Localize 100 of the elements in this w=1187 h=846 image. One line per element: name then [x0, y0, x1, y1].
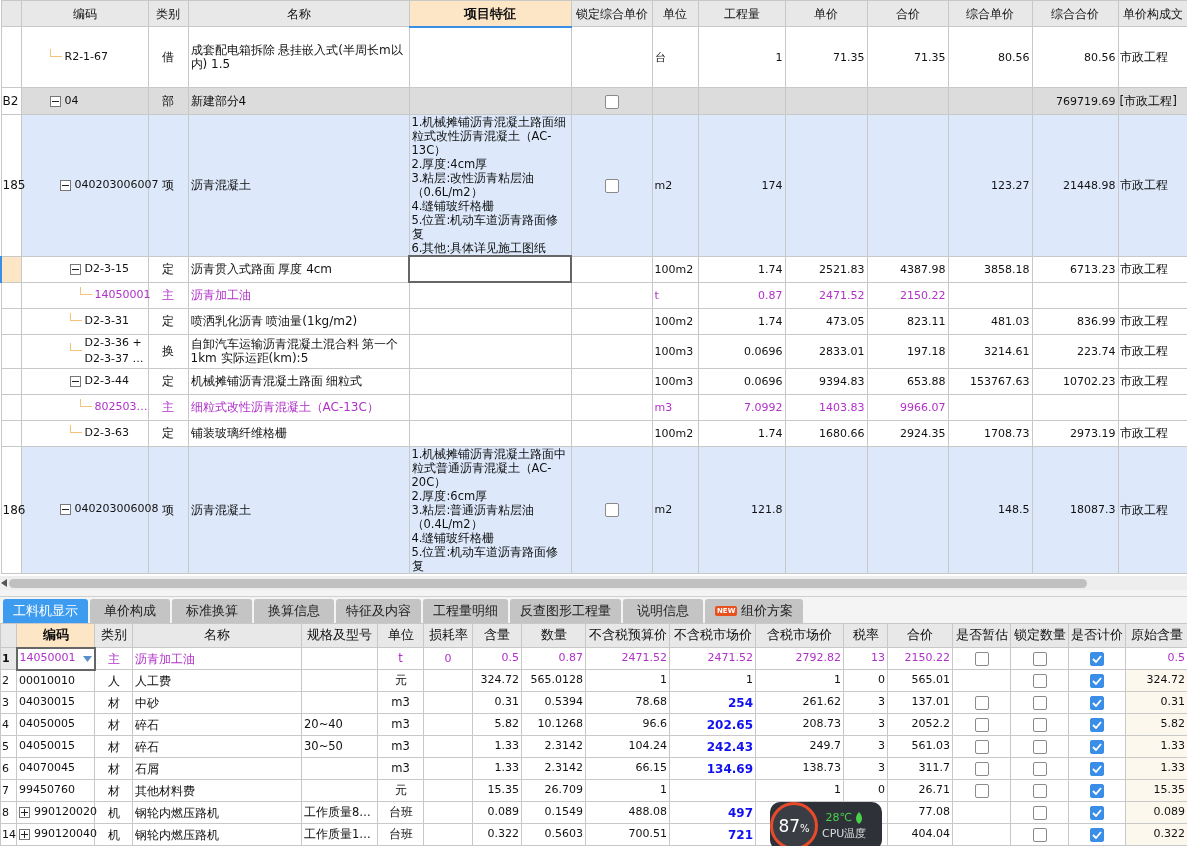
expand-toggle[interactable]	[69, 263, 81, 275]
scrollbar-thumb[interactable]	[9, 578, 1087, 588]
checkbox[interactable]	[1090, 740, 1104, 754]
column-header[interactable]: 锁定数量	[1010, 623, 1069, 648]
column-header[interactable]: 损耗率	[423, 623, 473, 648]
table-row[interactable]: 2 00010010 人 人工费 元 324.72 565.0128 1 1 1 0 565.01 324.72	[0, 669, 1187, 692]
table-row[interactable]: D2-3-31 定 喷洒乳化沥青 喷油量(1kg/m2) 100m2 1.74 473.05 823.11 481.03 836.99 市政工程	[1, 308, 1187, 334]
checkbox[interactable]	[1090, 828, 1104, 842]
checkbox[interactable]	[1032, 828, 1047, 842]
column-header[interactable]: 是否计价	[1068, 623, 1126, 648]
expand-toggle[interactable]	[19, 829, 30, 840]
tab[interactable]: 标准换算	[172, 599, 252, 623]
horizontal-scrollbar[interactable]	[0, 576, 1187, 590]
checkbox[interactable]	[1032, 674, 1047, 688]
checkbox[interactable]	[1032, 784, 1047, 798]
table-row[interactable]: 186 040203006008 项 沥青混凝土 1.机械摊铺沥青混凝土路面中粒式普通沥青混凝土（AC-20C） 2.厚度:6cm厚 3.粘层:普通沥青粘层油（0.4L/m2） 4.缝铺玻纤格栅 5.位置:机动车道沥青路面修复 m2 121.8 148.5 18087.3 市政工程	[1, 446, 1187, 573]
table-row[interactable]: D2-3-63 定 铺装玻璃纤维格栅 100m2 1.74 1680.66 2924.35 1708.73 2973.19 市政工程	[1, 420, 1187, 446]
table-row[interactable]: D2-3-44 定 机械摊铺沥青混凝土路面 细粒式 100m3 0.0696 9394.83 653.88 153767.63 10702.23 市政工程	[1, 368, 1187, 394]
checkbox[interactable]	[1032, 740, 1047, 754]
table-row[interactable]: R2-1-67 借 成套配电箱拆除 悬挂嵌入式(半周长m以内) 1.5 台 1 71.35 71.35 80.56 80.56 市政工程	[1, 26, 1187, 88]
column-header[interactable]: 单位	[377, 623, 424, 648]
tab[interactable]: 单价构成	[90, 599, 170, 623]
checkbox[interactable]	[1032, 652, 1047, 666]
column-header[interactable]: 合价	[887, 623, 953, 648]
column-header[interactable]: 单位	[652, 0, 698, 27]
market-price: 1	[746, 673, 753, 687]
checkbox[interactable]	[1032, 762, 1047, 776]
checkbox[interactable]	[1090, 718, 1104, 732]
cpu-widget[interactable]: 87% 28℃ CPU温度	[770, 802, 882, 846]
checkbox[interactable]	[1090, 806, 1104, 820]
checkbox[interactable]	[1032, 806, 1047, 820]
checkbox[interactable]	[974, 762, 989, 776]
table-row[interactable]: 4 04050005 材 碎石 20~40 m3 5.82 10.1268 96.6 202.65 208.73 3 2052.2 5.82	[0, 713, 1187, 736]
column-header[interactable]: 名称	[188, 0, 409, 27]
checkbox[interactable]	[974, 718, 989, 732]
checkbox[interactable]	[1090, 652, 1104, 666]
checkbox[interactable]	[604, 503, 619, 517]
column-header[interactable]: 税率	[843, 623, 888, 648]
column-header[interactable]: 数量	[521, 623, 586, 648]
column-header[interactable]: 合价	[867, 0, 948, 27]
table-row[interactable]: 1 14050001 主 沥青加工油 t 0 0.5 0.87 2471.52 2471.52 2792.82 13 2150.22 0.5	[0, 647, 1187, 670]
checkbox[interactable]	[1090, 762, 1104, 776]
table-row[interactable]: 7 99450760 材 其他材料费 元 15.35 26.709 1 1 0 26.71 15.35	[0, 779, 1187, 802]
checkbox[interactable]	[1090, 674, 1104, 688]
table-row[interactable]: 802503… 主 细粒式改性沥青混凝土（AC-13C） m3 7.0992 1403.83 9966.07	[1, 394, 1187, 420]
expand-toggle[interactable]	[19, 807, 30, 818]
table-row[interactable]: 3 04030015 材 中砂 m3 0.31 0.5394 78.68 254 261.62 3 137.01 0.31	[0, 691, 1187, 714]
dropdown-icon[interactable]	[82, 655, 92, 662]
column-header[interactable]: 类别	[94, 623, 133, 648]
column-header[interactable]: 锁定综合单价	[571, 0, 652, 27]
column-header[interactable]: 编码	[16, 623, 95, 648]
tab[interactable]: 说明信息	[623, 599, 703, 623]
checkbox[interactable]	[604, 94, 619, 109]
checkbox[interactable]	[1090, 696, 1104, 710]
column-header[interactable]: 工程量	[698, 0, 785, 27]
tab[interactable]: 工程量明细	[423, 599, 508, 623]
column-header[interactable]: 综合合价	[1032, 0, 1118, 27]
expand-toggle[interactable]	[69, 375, 81, 387]
checkbox[interactable]	[604, 178, 619, 193]
row-number: 6	[2, 762, 9, 776]
budget-price: 78.68	[635, 695, 667, 709]
tab[interactable]: 反查图形工程量	[510, 599, 621, 623]
column-header[interactable]: 是否暂估	[952, 623, 1011, 648]
quantity: 2.3142	[544, 739, 583, 753]
column-header[interactable]: 编码	[21, 0, 148, 27]
checkbox[interactable]	[1032, 696, 1047, 710]
table-row[interactable]: D2-3-36 + D2-3-37 … 换 自卸汽车运输沥青混凝土混合料 第一个1km 实际运距(km):5 100m3 0.0696 2833.01 197.18 3214.61 223.74 市政工程	[1, 334, 1187, 368]
column-header[interactable]: 规格及型号	[301, 623, 378, 648]
column-header[interactable]: 不含税预算价	[585, 623, 670, 648]
tab[interactable]: 换算信息	[254, 599, 334, 623]
checkbox[interactable]	[974, 652, 989, 666]
temperature: 28℃	[825, 809, 852, 826]
column-header[interactable]: 项目特征	[409, 0, 571, 27]
checkbox[interactable]	[1090, 784, 1104, 798]
expand-toggle[interactable]	[59, 179, 71, 191]
table-row[interactable]: B2 04 部 新建部分4 769719.69 [市政工程]	[1, 87, 1187, 115]
column-header[interactable]: 不含税市场价	[669, 623, 756, 648]
column-header[interactable]: 名称	[132, 623, 302, 648]
table-row[interactable]: 185 040203006007 项 沥青混凝土 1.机械摊铺沥青混凝土路面细粒式改性沥青混凝土（AC-13C） 2.厚度:4cm厚 3.粘层:改性沥青粘层油（0.6L/m2） 4.缝铺玻纤格栅 5.位置:机动车道沥青路面修复 6.其他:具体详见施工图纸 m2 174 123.27 21448.98 市政工程	[1, 114, 1187, 256]
item-type: 定	[162, 314, 174, 328]
tab[interactable]: 特征及内容	[336, 599, 421, 623]
table-row[interactable]: D2-3-15 定 沥青贯入式路面 厚度 4cm 100m2 1.74 2521.83 4387.98 3858.18 6713.23 市政工程	[1, 256, 1187, 282]
expand-toggle[interactable]	[59, 504, 71, 515]
column-header[interactable]: 综合单价	[948, 0, 1032, 27]
checkbox[interactable]	[974, 740, 989, 754]
table-row[interactable]: 5 04050015 材 碎石 30~50 m3 1.33 2.3142 104.24 242.43 249.7 3 561.03 1.33	[0, 735, 1187, 758]
column-header[interactable]: 类别	[148, 0, 188, 27]
scroll-left-icon[interactable]	[1, 579, 7, 587]
checkbox[interactable]	[1032, 718, 1047, 732]
table-row[interactable]: 14050001 主 沥青加工油 t 0.87 2471.52 2150.22	[1, 282, 1187, 308]
expand-toggle[interactable]	[49, 95, 61, 107]
checkbox[interactable]	[974, 784, 989, 798]
unit-price: 2471.52	[819, 288, 865, 302]
column-header[interactable]: 原始含量	[1125, 623, 1187, 648]
column-header[interactable]: 单价	[785, 0, 867, 27]
table-row[interactable]: 6 04070045 材 石屑 m3 1.33 2.3142 66.15 134.69 138.73 3 311.7 1.33	[0, 757, 1187, 780]
checkbox[interactable]	[974, 696, 989, 710]
column-header[interactable]: 单价构成文	[1118, 0, 1187, 27]
column-header[interactable]: 含量	[472, 623, 522, 648]
column-header[interactable]: 含税市场价	[755, 623, 844, 648]
